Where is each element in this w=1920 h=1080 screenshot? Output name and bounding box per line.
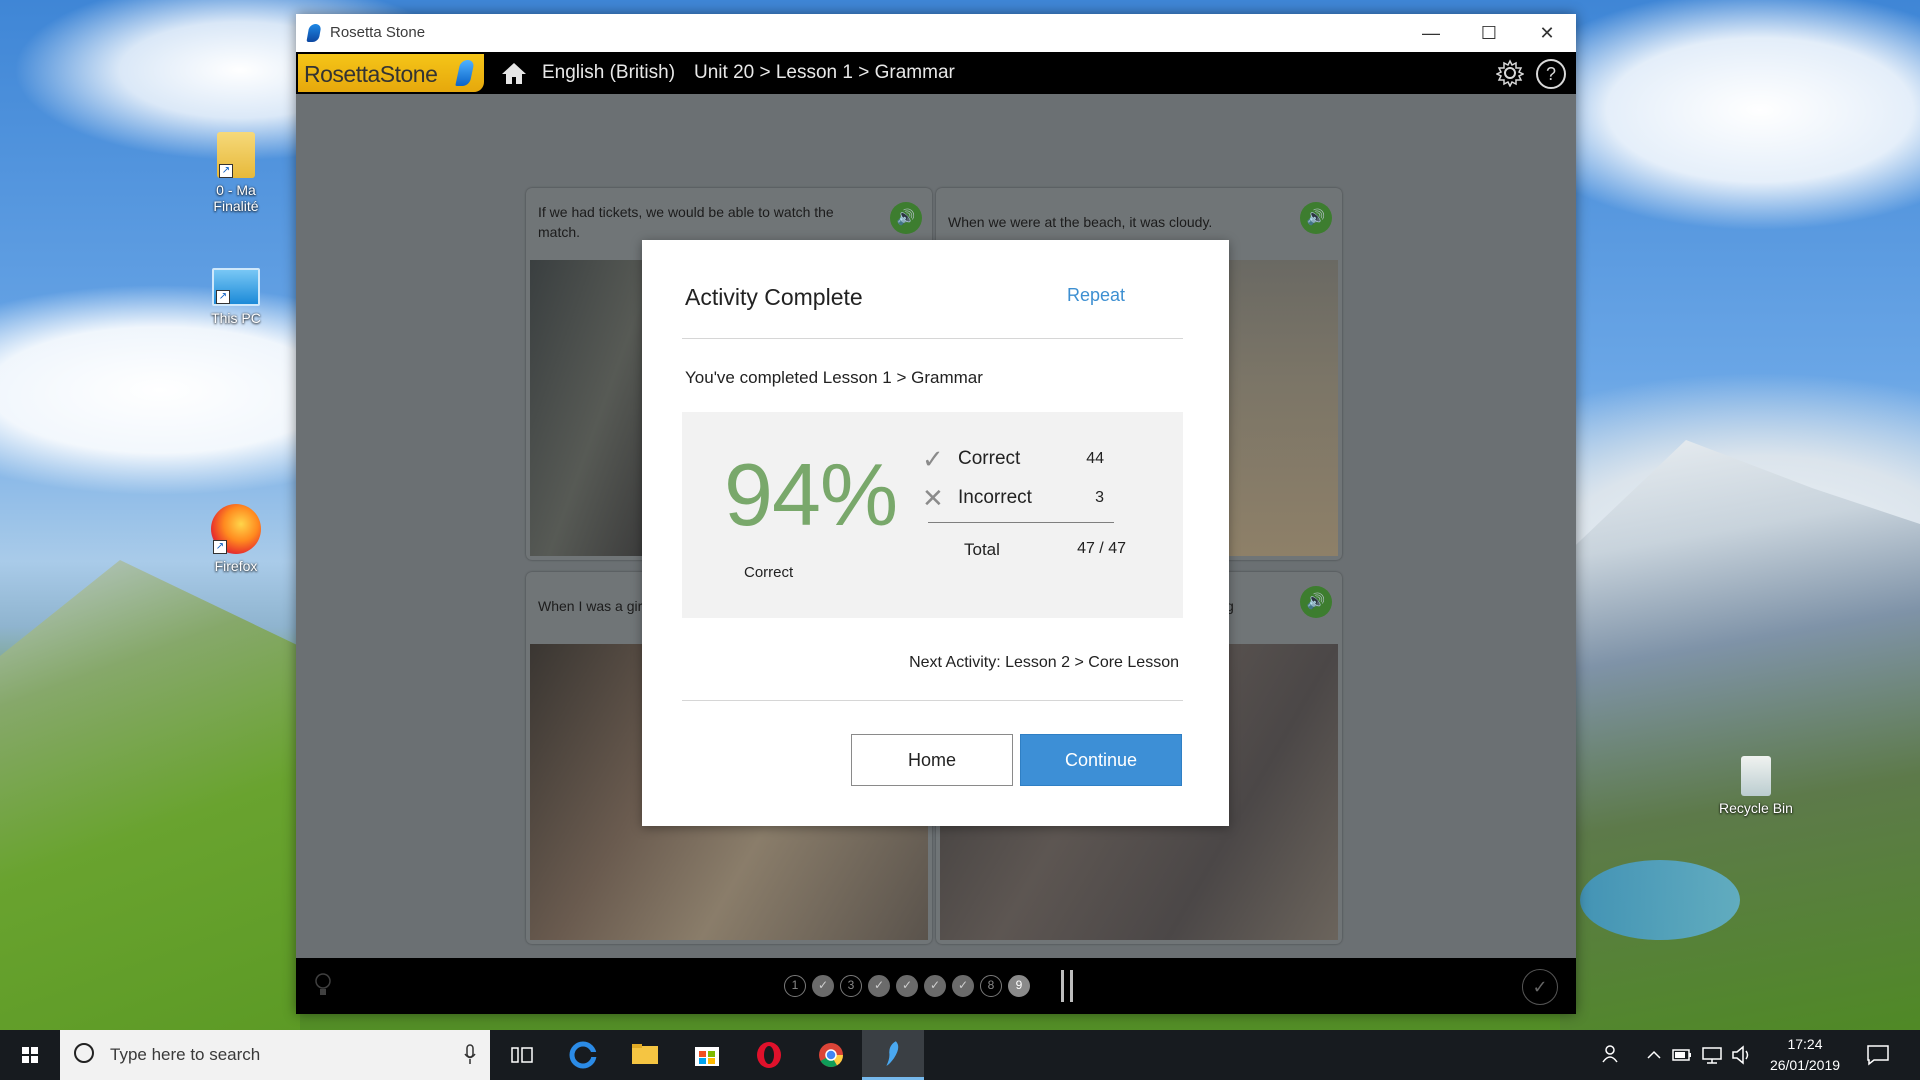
close-button[interactable]: ✕	[1518, 14, 1576, 52]
breadcrumb-path[interactable]: Unit 20 > Lesson 1 > Grammar	[694, 62, 955, 84]
desktop-icon-recycle-bin[interactable]: Recycle Bin	[1713, 756, 1799, 816]
network-icon[interactable]	[1700, 1030, 1724, 1080]
wallpaper-mountain	[1560, 440, 1920, 1040]
desktop-icon-label: This PC	[211, 310, 261, 326]
microsoft-store-icon[interactable]	[676, 1030, 738, 1080]
next-activity: Next Activity: Lesson 2 > Core Lesson	[909, 654, 1179, 671]
window-title: Rosetta Stone	[330, 24, 426, 41]
progress-step[interactable]: ✓	[924, 975, 946, 997]
speaker-icon[interactable]: 🔊	[890, 202, 922, 234]
speaker-icon[interactable]: 🔊	[1300, 586, 1332, 618]
minimize-button[interactable]: —	[1402, 14, 1460, 52]
total-count: 47 / 47	[1077, 540, 1126, 557]
app-navbar: RosettaStone English (British) Unit 20 >…	[296, 52, 1576, 94]
logo-text-stone: Stone	[379, 61, 438, 87]
total-label: Total	[964, 540, 1000, 559]
title-bar: Rosetta Stone — ☐ ✕	[296, 14, 1576, 52]
wallpaper-hill	[0, 560, 300, 1040]
rosetta-stone-logo[interactable]: RosettaStone	[298, 54, 484, 92]
opera-icon[interactable]	[738, 1030, 800, 1080]
taskbar-search[interactable]: Type here to search	[60, 1030, 490, 1080]
folder-icon: ↗	[217, 132, 255, 178]
correct-count: 44	[1086, 450, 1104, 467]
progress-step[interactable]: ✓	[952, 975, 974, 997]
gear-icon[interactable]	[1496, 59, 1524, 87]
action-center-icon[interactable]	[1866, 1043, 1890, 1067]
battery-icon[interactable]	[1670, 1030, 1694, 1080]
incorrect-label: Incorrect	[958, 487, 1032, 508]
task-view-icon[interactable]	[490, 1030, 552, 1080]
divider	[682, 338, 1183, 339]
chevron-up-icon[interactable]	[1644, 1030, 1664, 1080]
cortana-icon	[74, 1043, 94, 1063]
card-caption: If we had tickets, we would be able to w…	[538, 204, 834, 240]
clock-date: 26/01/2019	[1769, 1057, 1841, 1073]
clock-time: 17:24	[1787, 1036, 1823, 1052]
score-percent: 94%	[724, 445, 898, 544]
progress-step[interactable]: 8	[980, 975, 1002, 997]
lightbulb-icon[interactable]	[314, 972, 332, 998]
incorrect-count: 3	[1095, 489, 1104, 506]
submit-check-icon[interactable]: ✓	[1522, 969, 1558, 1005]
taskbar: Type here to search 17:24 26/01/2019	[0, 1030, 1920, 1080]
help-icon[interactable]: ?	[1536, 59, 1566, 89]
desktop-icon-label: Recycle Bin	[1719, 800, 1793, 816]
microphone-icon[interactable]	[464, 1044, 476, 1066]
progress-step[interactable]: 3	[840, 975, 862, 997]
completion-message: You've completed Lesson 1 > Grammar	[685, 368, 983, 387]
progress-steps: 1 ✓ 3 ✓ ✓ ✓ ✓ 8 9	[784, 975, 1030, 997]
progress-step[interactable]: 1	[784, 975, 806, 997]
progress-step[interactable]: ✓	[812, 975, 834, 997]
home-button[interactable]: Home	[851, 734, 1013, 786]
shortcut-arrow-icon: ↗	[216, 290, 230, 304]
repeat-link[interactable]: Repeat	[1067, 285, 1125, 306]
shortcut-arrow-icon: ↗	[213, 540, 227, 554]
activity-complete-dialog: Activity Complete Repeat You've complete…	[642, 240, 1229, 826]
total-divider	[928, 522, 1114, 523]
firefox-icon: ↗	[211, 504, 261, 554]
desktop-icon-label: 0 - Ma Finalité	[213, 182, 259, 214]
logo-text-rosetta: Rosetta	[304, 61, 380, 87]
desktop-icon-folder[interactable]: ↗ 0 - Ma Finalité	[193, 132, 279, 214]
card-caption: g	[1226, 598, 1234, 614]
search-placeholder: Type here to search	[110, 1045, 261, 1064]
recycle-bin-icon	[1741, 756, 1771, 796]
maximize-button[interactable]: ☐	[1460, 14, 1518, 52]
desktop-icon-label: Firefox	[214, 558, 258, 574]
computer-icon: ↗	[212, 268, 260, 306]
pause-icon[interactable]	[1061, 970, 1077, 1002]
correct-label: Correct	[958, 448, 1021, 469]
breadcrumb-language[interactable]: English (British)	[542, 62, 675, 84]
desktop-icon-firefox[interactable]: ↗ Firefox	[193, 504, 279, 574]
activity-progress-bar: 1 ✓ 3 ✓ ✓ ✓ ✓ 8 9 ✓	[296, 958, 1576, 1014]
score-summary: 94% Correct ✓ Correct 44 ✕ Incorrect 3 T…	[682, 412, 1183, 618]
cross-icon: ✕	[922, 483, 944, 513]
home-icon[interactable]	[500, 61, 528, 85]
progress-step[interactable]: ✓	[896, 975, 918, 997]
shortcut-arrow-icon: ↗	[219, 164, 233, 178]
checkmark-icon: ✓	[922, 444, 944, 474]
edge-icon[interactable]	[552, 1030, 614, 1080]
dialog-title: Activity Complete	[685, 284, 863, 310]
progress-step[interactable]: ✓	[868, 975, 890, 997]
score-percent-label: Correct	[744, 564, 794, 581]
rosetta-app-icon	[306, 24, 322, 42]
file-explorer-icon[interactable]	[614, 1030, 676, 1080]
volume-icon[interactable]	[1730, 1030, 1754, 1080]
continue-button[interactable]: Continue	[1020, 734, 1182, 786]
chrome-icon[interactable]	[800, 1030, 862, 1080]
progress-step[interactable]: 9	[1008, 975, 1030, 997]
speaker-icon[interactable]: 🔊	[1300, 202, 1332, 234]
system-clock[interactable]: 17:24 26/01/2019	[1760, 1034, 1850, 1076]
stone-icon	[455, 60, 475, 86]
desktop-icon-this-pc[interactable]: ↗ This PC	[193, 258, 279, 326]
divider	[682, 700, 1183, 701]
wallpaper-lake	[1580, 860, 1740, 940]
card-caption: When we were at the beach, it was cloudy…	[948, 214, 1213, 230]
windows-start-icon[interactable]	[0, 1030, 60, 1080]
people-icon[interactable]	[1598, 1030, 1626, 1080]
rosetta-stone-taskbar-icon[interactable]	[862, 1030, 924, 1080]
